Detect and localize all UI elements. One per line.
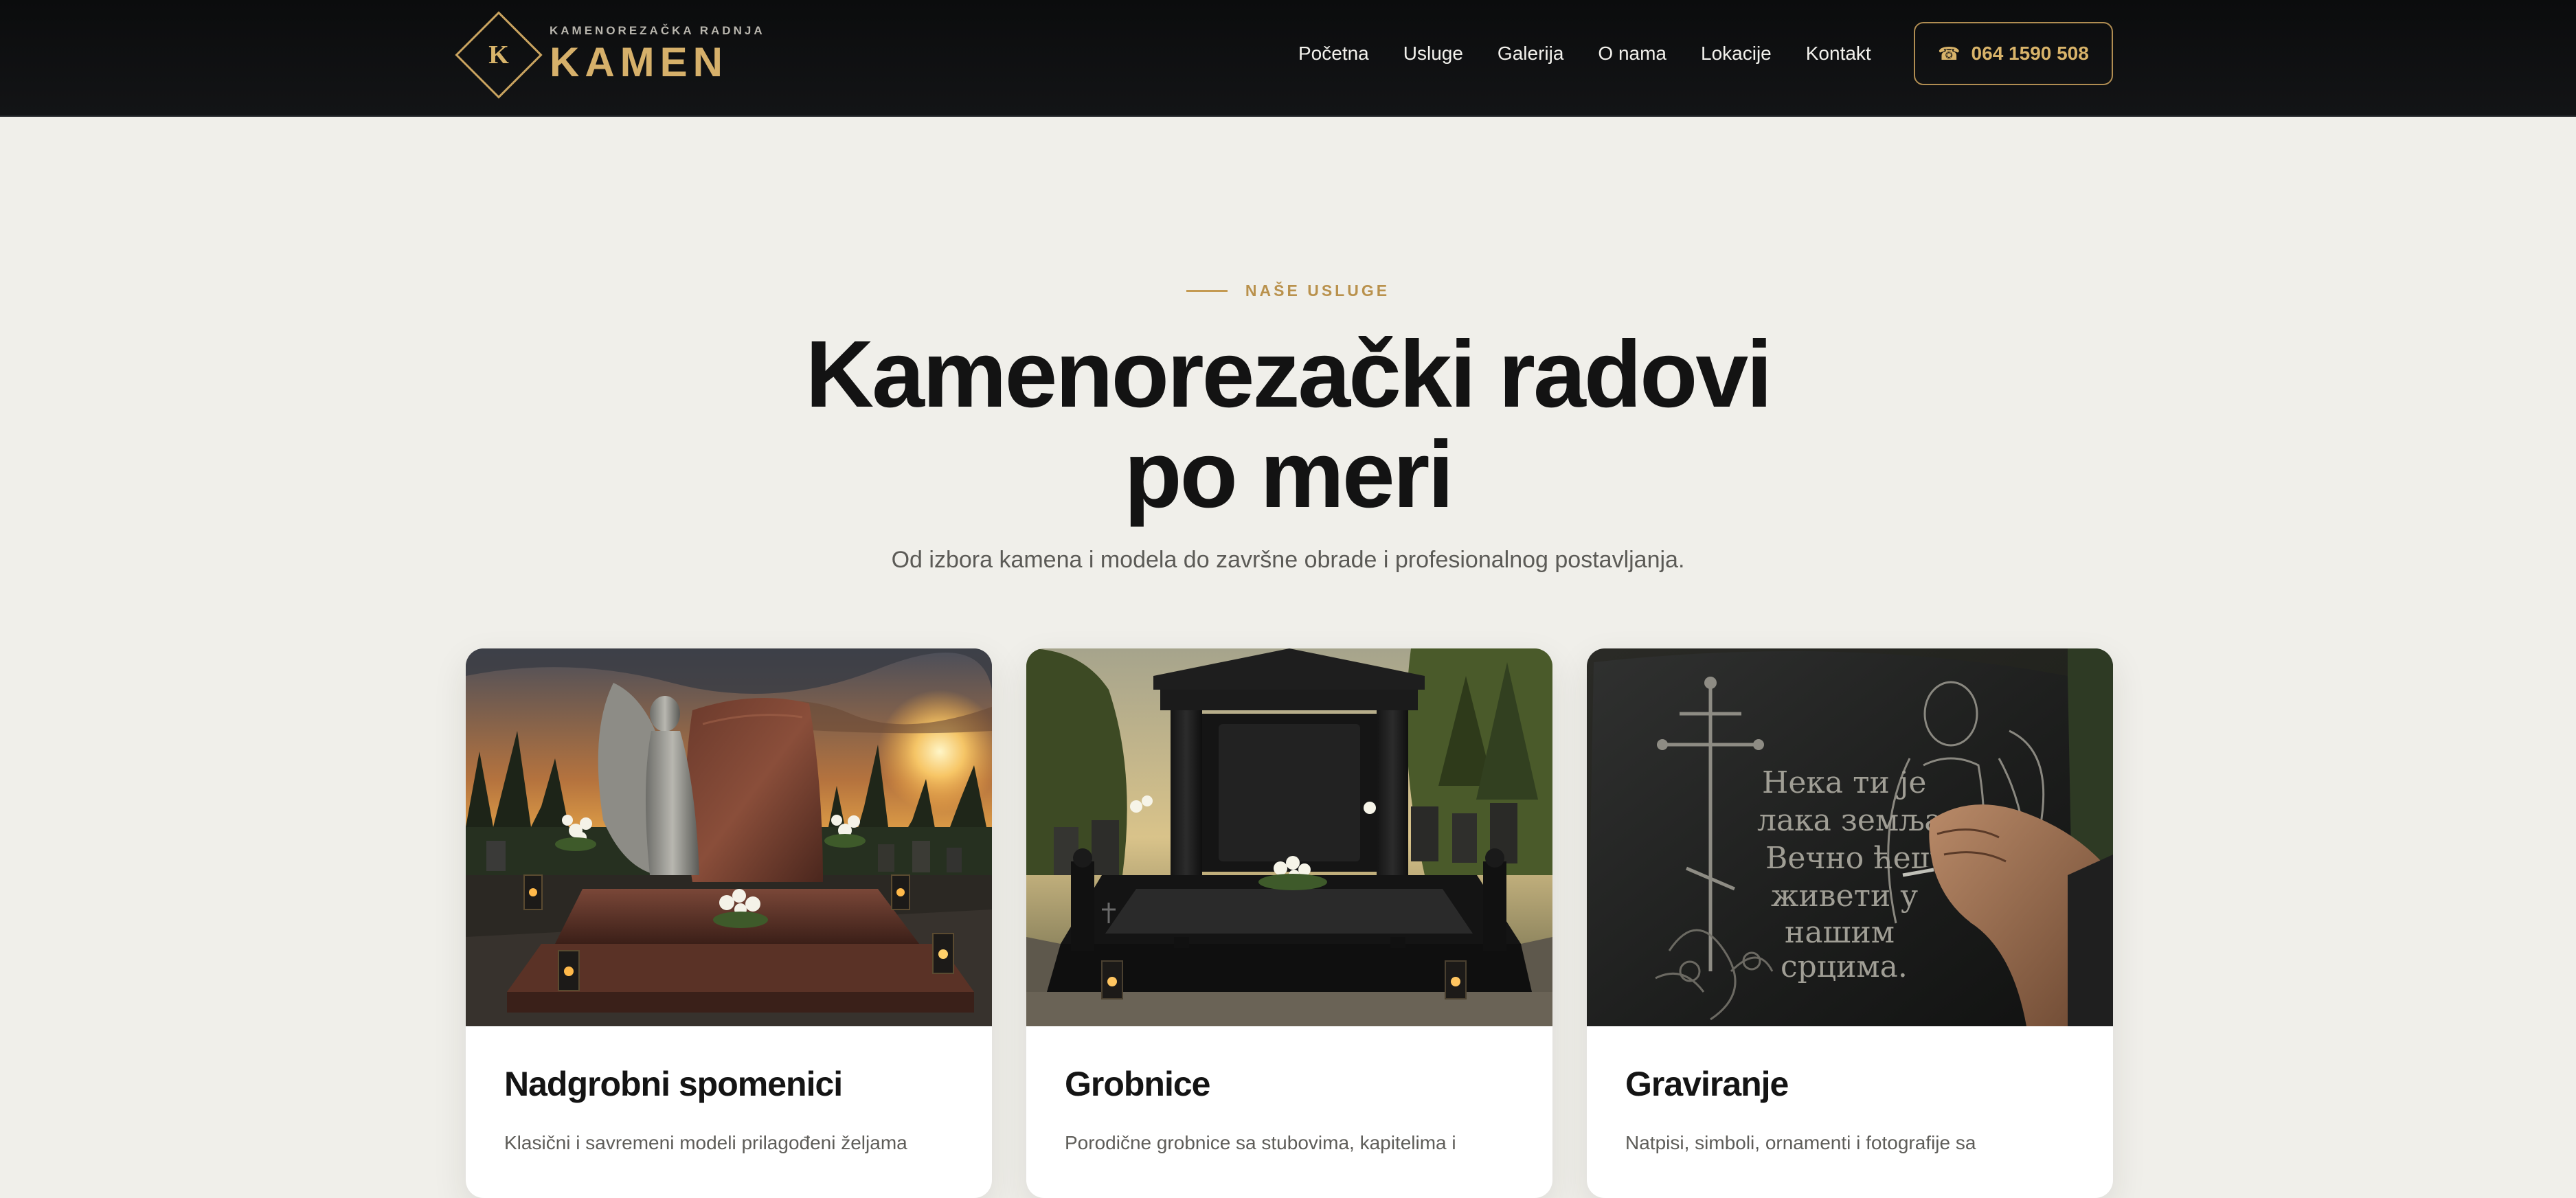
- card-title: Nadgrobni spomenici: [504, 1065, 843, 1103]
- phone-icon: ☎: [1938, 43, 1961, 64]
- service-card-graviranje[interactable]: Нека ти је лака земља, Вечно ћеш живети …: [1587, 648, 2113, 1198]
- logo-letter: K: [488, 41, 509, 69]
- logo-diamond-icon: K: [452, 8, 545, 102]
- card-image-tomb: [1026, 648, 1552, 1026]
- nav-link-lokacije[interactable]: Lokacije: [1701, 43, 1772, 65]
- card-title: Graviranje: [1625, 1065, 1789, 1103]
- service-card-grobnice[interactable]: Grobnice Porodične grobnice sa stubovima…: [1026, 648, 1552, 1198]
- main-nav: Početna Usluge Galerija O nama Lokacije …: [1298, 36, 1871, 71]
- card-text: Natpisi, simboli, ornamenti i fotografij…: [1625, 1132, 1976, 1153]
- engraving-line-6: срцима.: [1781, 949, 1908, 984]
- card-body: Grobnice Porodične grobnice sa stubovima…: [1026, 1026, 1552, 1157]
- engraving-line-2: лака земља,: [1757, 803, 1952, 838]
- phone-button[interactable]: ☎ 064 1590 508: [1914, 22, 2113, 85]
- kicker-divider: [1186, 290, 1228, 292]
- card-image-engraving: Нека ти је лака земља, Вечно ћеш живети …: [1587, 648, 2113, 1026]
- engraving-line-5: нашим: [1785, 915, 1895, 950]
- section-subtitle: Od izbora kamena i modela do završne obr…: [891, 547, 1685, 573]
- logo-tagline: KAMENOREZAČKA RADNJA: [550, 24, 765, 37]
- engraving-line-4: живети у: [1771, 879, 1918, 914]
- logo-name: KAMEN: [550, 39, 728, 85]
- kicker-text: NAŠE USLUGE: [1245, 282, 1390, 300]
- card-image-monument: [466, 648, 992, 1026]
- site-header: K KAMENOREZAČKA RADNJA KAMEN Početna Usl…: [0, 0, 2576, 117]
- nav-link-o-nama[interactable]: O nama: [1598, 43, 1667, 65]
- service-card-nadgrobni-spomenici[interactable]: Nadgrobni spomenici Klasični i savremeni…: [466, 648, 992, 1198]
- section-title-line-2: po meri: [1124, 422, 1454, 528]
- card-body: Graviranje Natpisi, simboli, ornamenti i…: [1587, 1026, 2113, 1157]
- nav-link-galerija[interactable]: Galerija: [1498, 43, 1563, 65]
- nav-link-kontakt[interactable]: Kontakt: [1806, 43, 1871, 65]
- card-body: Nadgrobni spomenici Klasični i savremeni…: [466, 1026, 992, 1157]
- logo[interactable]: K KAMENOREZAČKA RADNJA KAMEN: [452, 8, 765, 102]
- card-title: Grobnice: [1065, 1065, 1210, 1103]
- card-text: Klasični i savremeni modeli prilagođeni …: [504, 1132, 907, 1153]
- section-title-line-1: Kamenorezački radovi: [805, 321, 1773, 427]
- phone-number: 064 1590 508: [1971, 43, 2089, 64]
- nav-link-pocetna[interactable]: Početna: [1298, 43, 1369, 65]
- section-title: Kamenorezački radovi po meri: [601, 324, 1975, 525]
- card-text: Porodične grobnice sa stubovima, kapitel…: [1065, 1132, 1456, 1153]
- nav-link-usluge[interactable]: Usluge: [1403, 43, 1463, 65]
- section-kicker: NAŠE USLUGE: [0, 282, 2576, 300]
- engraving-line-1: Нека ти је: [1762, 765, 1926, 800]
- logo-text: KAMENOREZAČKA RADNJA KAMEN: [550, 24, 765, 86]
